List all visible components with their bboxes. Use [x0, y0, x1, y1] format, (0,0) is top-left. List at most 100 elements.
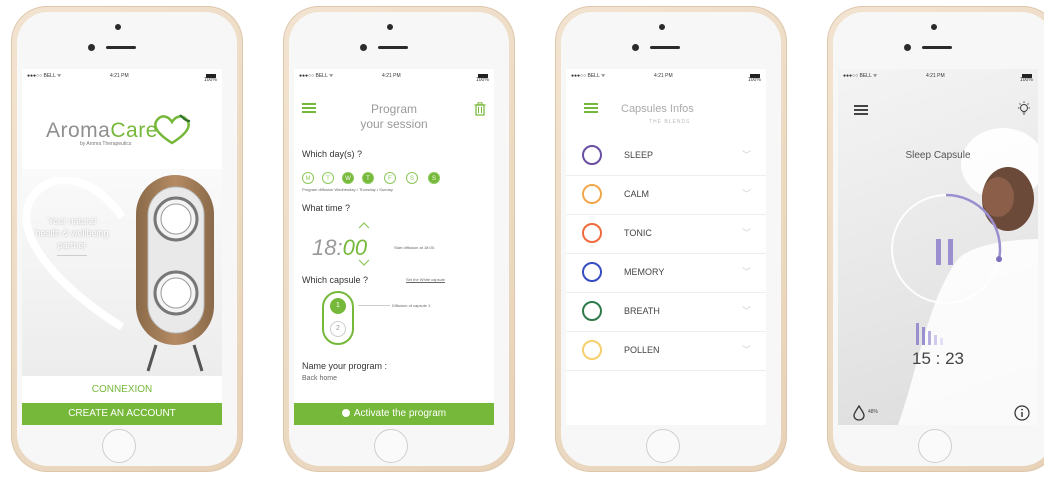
- program-screen: ●●●○○ BELL ᯤ 4:21 PM 100% Program your s…: [294, 69, 494, 425]
- sleep-session-screen: ●●●○○ BELL ᯤ 4:21 PM 100% Sleep Capsule: [838, 69, 1038, 425]
- connexion-button[interactable]: CONNEXION: [22, 375, 222, 404]
- logo-subtitle: by Aroma Therapeutics: [80, 141, 132, 147]
- heart-outline-graphic: [22, 177, 126, 331]
- day-toggle-thu[interactable]: T: [362, 172, 374, 184]
- sensor: [904, 44, 911, 51]
- battery-label: 100%: [476, 73, 489, 83]
- battery-percent: 100%: [204, 77, 217, 83]
- front-camera: [115, 24, 121, 30]
- earpiece-speaker: [922, 46, 952, 49]
- chevron-down-icon: ﹀: [742, 150, 752, 160]
- battery-label: 100%: [748, 73, 761, 83]
- which-capsule-label: Which capsule ?: [302, 275, 369, 285]
- what-time-label: What time ?: [302, 203, 351, 213]
- time-hours: 18:: [312, 235, 343, 260]
- page-title: Program your session: [294, 102, 494, 132]
- capsule-2-button[interactable]: 2: [330, 321, 346, 337]
- day-toggle-wed[interactable]: W: [342, 172, 354, 184]
- phone-1: ●●●○○ BELL ᯤ 4:21 PM 100% AromaCare by A…: [11, 6, 243, 472]
- blend-row-tonic[interactable]: TONIC ﹀: [566, 215, 766, 254]
- day-toggle-sat[interactable]: S: [406, 172, 418, 184]
- set-white-capsule-link[interactable]: Set the White capsule: [406, 277, 445, 282]
- blend-color-ring: [582, 223, 602, 243]
- blend-name: MEMORY: [624, 267, 665, 277]
- tagline-line-3: partner: [57, 240, 87, 250]
- earpiece-speaker: [650, 46, 680, 49]
- diffuser-device-image: [136, 175, 214, 372]
- lightbulb-icon[interactable]: [1016, 101, 1032, 117]
- status-bar: ●●●○○ BELL ᯤ 4:21 PM 100%: [294, 69, 494, 83]
- capsule-note-line: [358, 305, 390, 306]
- status-bar: ●●●○○ BELL ᯤ 4:21 PM 100%: [838, 69, 1038, 83]
- blend-name: TONIC: [624, 228, 652, 238]
- app-logo: AromaCare: [46, 119, 158, 143]
- title-line-2: your session: [360, 117, 428, 131]
- time-note: Start diffusion at 18:00.: [394, 245, 436, 250]
- blend-list: SLEEP ﹀ CALM ﹀ TONIC ﹀ MEMORY ﹀ BREATH ﹀ POLL…: [566, 137, 766, 371]
- tagline-divider: [57, 255, 87, 256]
- activate-program-button[interactable]: Activate the program: [294, 403, 494, 425]
- phone-2: ●●●○○ BELL ᯤ 4:21 PM 100% Program your s…: [283, 6, 515, 472]
- clock-icon: [341, 409, 350, 417]
- day-toggle-sun[interactable]: S: [428, 172, 440, 184]
- clock-label: 4:21 PM: [654, 73, 673, 79]
- front-camera: [387, 24, 393, 30]
- tagline: Your natural health & wellbeing partner: [22, 215, 122, 256]
- tagline-line-1: Your natural: [47, 216, 97, 226]
- carrier-label: ●●●○○ BELL ᯤ: [843, 73, 878, 79]
- drop-icon: [853, 405, 865, 421]
- time-up-chevron-icon[interactable]: [358, 222, 370, 229]
- earpiece-speaker: [106, 46, 136, 49]
- battery-label: 100%: [204, 73, 217, 83]
- program-name-input[interactable]: Back home: [302, 375, 337, 382]
- home-button[interactable]: [646, 429, 680, 463]
- capsule-1-button[interactable]: 1: [330, 298, 346, 314]
- chevron-down-icon: ﹀: [742, 345, 752, 355]
- session-timer: 15 : 23: [912, 349, 964, 368]
- day-toggle-fri[interactable]: F: [384, 172, 396, 184]
- day-toggle-mon[interactable]: M: [302, 172, 314, 184]
- time-down-chevron-icon[interactable]: [358, 259, 370, 266]
- battery-percent: 100%: [748, 77, 761, 83]
- pause-button[interactable]: [935, 239, 957, 267]
- chevron-down-icon: ﹀: [742, 189, 752, 199]
- capsules-info-screen: ●●●○○ BELL ᯤ 4:21 PM 100% Capsules Infos…: [566, 69, 766, 425]
- blend-color-ring: [582, 340, 602, 360]
- menu-icon[interactable]: [584, 103, 598, 113]
- chevron-down-icon: ﹀: [742, 228, 752, 238]
- blend-row-breath[interactable]: BREATH ﹀: [566, 293, 766, 332]
- home-button[interactable]: [102, 429, 136, 463]
- name-program-label: Name your program :: [302, 361, 388, 371]
- sensor: [88, 44, 95, 51]
- front-camera: [659, 24, 665, 30]
- create-account-button[interactable]: CREATE AN ACCOUNT: [22, 403, 222, 425]
- info-icon[interactable]: [1014, 405, 1030, 421]
- which-days-label: Which day(s) ?: [302, 149, 363, 159]
- phone-3: ●●●○○ BELL ᯤ 4:21 PM 100% Capsules Infos…: [555, 6, 787, 472]
- blend-row-sleep[interactable]: SLEEP ﹀: [566, 137, 766, 176]
- front-camera: [931, 24, 937, 30]
- home-button[interactable]: [374, 429, 408, 463]
- status-bar: ●●●○○ BELL ᯤ 4:21 PM 100%: [566, 69, 766, 83]
- carrier-label: ●●●○○ BELL ᯤ: [299, 73, 334, 79]
- page-subtitle: THE BLENDS: [649, 119, 691, 125]
- clock-label: 4:21 PM: [926, 73, 945, 79]
- capsule-selector: 1 2: [322, 291, 354, 345]
- chevron-down-icon: ﹀: [742, 267, 752, 277]
- capsule-note: Diffusion of capsule 1: [392, 303, 431, 308]
- home-button[interactable]: [918, 429, 952, 463]
- blend-name: BREATH: [624, 306, 660, 316]
- time-minutes: 00: [342, 235, 368, 260]
- humidity-level: 48%: [868, 409, 879, 415]
- blend-row-pollen[interactable]: POLLEN ﹀: [566, 332, 766, 371]
- blend-color-ring: [582, 262, 602, 282]
- blend-row-memory[interactable]: MEMORY ﹀: [566, 254, 766, 293]
- clock-label: 4:21 PM: [382, 73, 401, 79]
- blend-row-calm[interactable]: CALM ﹀: [566, 176, 766, 215]
- day-toggle-tue[interactable]: T: [322, 172, 334, 184]
- menu-icon[interactable]: [854, 105, 868, 115]
- time-picker[interactable]: 18:00: [312, 235, 367, 261]
- sensor: [360, 44, 367, 51]
- battery-label: 100%: [1020, 73, 1033, 83]
- heart-logo-icon: [154, 114, 191, 145]
